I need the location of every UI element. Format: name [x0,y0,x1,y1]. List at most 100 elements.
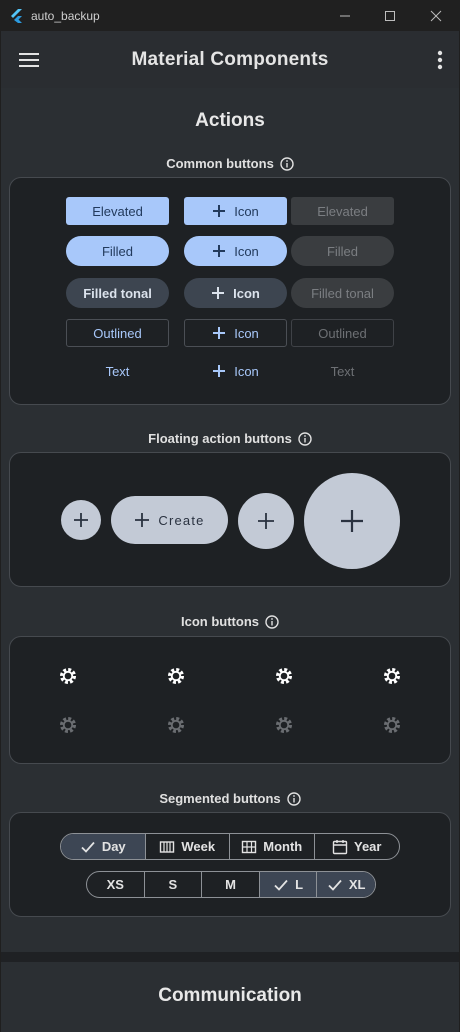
add-icon [212,287,225,299]
group-title-common: Common buttons [1,156,459,171]
elevated-button[interactable]: Elevated [66,197,169,225]
check-icon [81,841,95,853]
group-title-fab-label: Floating action buttons [148,431,292,446]
outlined-button[interactable]: Outlined [66,319,169,347]
maximize-icon [385,10,395,21]
outlined-button-label: Outlined [93,325,142,341]
check-icon [328,879,342,891]
add-icon [341,510,363,532]
segment-s-label: S [168,877,178,892]
segmented-button-sizes: XS S M L XL [86,871,376,898]
segment-day-label: Day [101,839,126,854]
filled-tonal-button-disabled: Filled tonal [291,278,394,308]
app-bar: Material Components [1,31,459,88]
segment-month[interactable]: Month [230,834,315,859]
segment-m-label: M [225,877,236,892]
filled-button-disabled-label: Filled [326,243,359,259]
filled-tonal-button-disabled-label: Filled tonal [311,285,374,301]
add-icon [213,205,226,217]
small-fab[interactable] [61,500,101,540]
filled-icon-button-label: Icon [234,243,259,259]
segmented-button-calendar: Day Week Month Year [60,833,400,860]
segment-week-label: Week [181,839,216,854]
segment-xl[interactable]: XL [317,872,375,897]
segment-year[interactable]: Year [315,834,400,859]
group-title-icon-buttons: Icon buttons [1,614,459,629]
settings-icon[interactable] [273,665,295,687]
info-icon[interactable] [298,431,312,446]
common-buttons-card: Elevated Icon Elevated Filled Icon Fille… [9,177,451,405]
outlined-button-disabled: Outlined [291,319,394,347]
close-icon [430,10,442,21]
settings-icon[interactable] [57,665,79,687]
settings-icon-disabled [275,716,293,734]
flutter-logo-icon [11,8,22,23]
icon-buttons-card [9,636,451,764]
filled-button[interactable]: Filled [66,236,169,266]
group-title-fab: Floating action buttons [1,431,459,446]
extended-fab-create[interactable]: Create [111,496,228,544]
content-scroll[interactable]: Actions Common buttons Elevated Icon Ele… [1,88,459,1032]
elevated-icon-button-label: Icon [234,203,259,219]
check-icon [274,879,288,891]
elevated-button-label: Elevated [92,203,143,219]
outlined-icon-button-label: Icon [234,325,259,341]
segmented-buttons-card: Day Week Month Year XS S M L XL [9,812,451,917]
window-titlebar: auto_backup [0,0,460,31]
add-icon [213,327,226,339]
text-button-disabled: Text [291,357,394,385]
group-title-segmented: Segmented buttons [1,791,459,806]
group-title-common-label: Common buttons [166,156,274,171]
menu-icon[interactable] [19,50,41,70]
group-title-segmented-label: Segmented buttons [159,791,281,806]
filled-tonal-button[interactable]: Filled tonal [66,278,169,308]
fab[interactable] [238,493,294,549]
add-icon [213,245,226,257]
close-button[interactable] [413,0,459,31]
segment-month-label: Month [263,839,303,854]
segment-xs[interactable]: XS [87,872,145,897]
add-icon [74,513,88,527]
segment-week[interactable]: Week [146,834,230,859]
section-title-actions: Actions [195,110,265,131]
fab-card: Create [9,452,451,587]
minimize-button[interactable] [322,0,368,31]
section-divider [1,952,459,962]
extended-fab-label: Create [158,512,205,528]
calendar-icon [332,839,348,854]
view-module-icon [242,840,257,853]
settings-icon[interactable] [381,665,403,687]
filled-button-label: Filled [101,243,134,259]
text-icon-button[interactable]: Icon [184,357,287,385]
view-week-icon [160,840,175,853]
info-icon[interactable] [280,156,294,171]
info-icon[interactable] [265,614,279,629]
segment-xl-label: XL [348,877,366,892]
settings-icon-disabled [167,716,185,734]
segment-s[interactable]: S [145,872,203,897]
filled-icon-button[interactable]: Icon [184,236,287,266]
settings-icon[interactable] [165,665,187,687]
more-vert-icon[interactable] [435,49,445,71]
info-icon[interactable] [286,791,301,806]
segment-day[interactable]: Day [61,834,146,859]
settings-icon-disabled [59,716,77,734]
minimize-icon [340,15,350,16]
segment-xs-label: XS [106,877,124,892]
filled-button-disabled: Filled [291,236,394,266]
outlined-icon-button[interactable]: Icon [184,319,287,347]
filled-tonal-icon-button[interactable]: Icon [184,278,287,308]
segment-m[interactable]: M [202,872,260,897]
segment-l[interactable]: L [259,872,318,897]
outlined-button-disabled-label: Outlined [318,325,367,341]
maximize-button[interactable] [367,0,413,31]
segment-l-label: L [295,877,304,892]
text-button-label: Text [105,363,130,379]
text-button[interactable]: Text [66,357,169,385]
elevated-icon-button[interactable]: Icon [184,197,287,225]
segment-year-label: Year [354,839,382,854]
elevated-button-disabled: Elevated [291,197,394,225]
group-title-icon-buttons-label: Icon buttons [181,614,259,629]
settings-icon-disabled [383,716,401,734]
large-fab[interactable] [304,473,400,569]
